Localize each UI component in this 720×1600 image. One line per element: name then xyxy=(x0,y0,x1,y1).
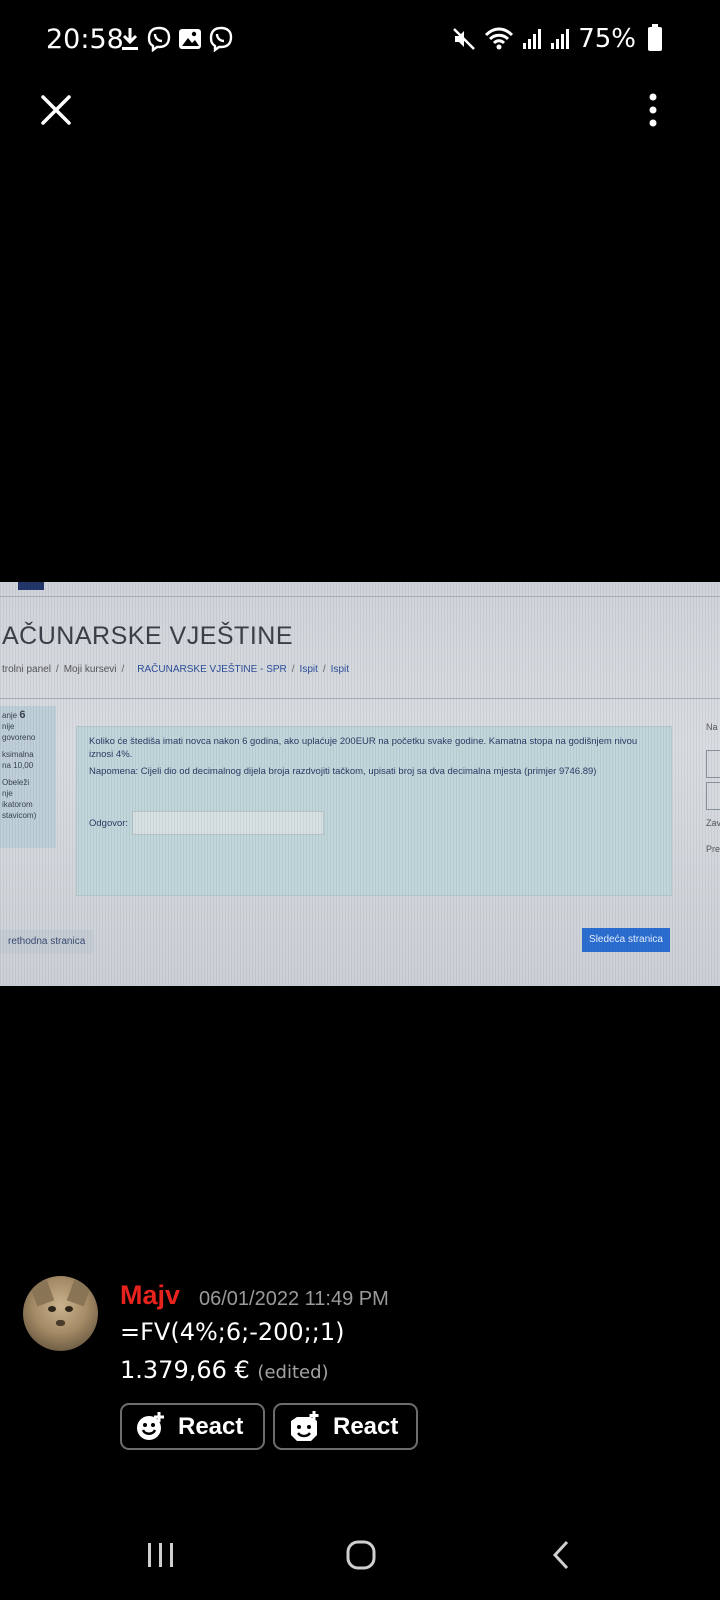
message-value: 1.379,66 € xyxy=(120,1356,250,1384)
breadcrumb-item: RAČUNARSKE VJEŠTINE - SPR xyxy=(137,664,287,675)
viber-icon xyxy=(209,26,233,52)
panel-line: ikatorom xyxy=(2,800,33,809)
panel-line: nje xyxy=(2,789,13,798)
message-text-line: 1.379,66 € (edited) xyxy=(120,1356,329,1384)
username[interactable]: Majv xyxy=(120,1280,180,1311)
answer-row: Odgovor: xyxy=(89,811,325,835)
wifi-icon xyxy=(485,27,514,50)
right-col-item: Zav xyxy=(706,818,720,828)
question-note: Napomena: Cijeli dio od decimalnog dijel… xyxy=(89,766,597,777)
back-icon[interactable] xyxy=(551,1540,571,1570)
viber-icon xyxy=(147,26,171,52)
photo-course-title: AČUNARSKE VJEŠTINE xyxy=(2,622,294,650)
panel-line: stavicom) xyxy=(2,811,37,820)
breadcrumb-item: Ispit xyxy=(299,664,318,675)
gallery-icon xyxy=(179,29,201,49)
photo-divider xyxy=(0,596,720,597)
download-icon xyxy=(122,28,138,50)
panel-line: govoreno xyxy=(2,733,36,742)
message-timestamp: 06/01/2022 11:49 PM xyxy=(199,1288,389,1310)
react-button[interactable]: React xyxy=(120,1403,265,1450)
answer-input xyxy=(132,811,325,835)
right-col-item: Na xyxy=(706,722,718,732)
breadcrumb-item: Moji kursevi xyxy=(63,664,117,675)
battery-percent: 75% xyxy=(578,24,636,54)
question-number: 6 xyxy=(19,709,26,721)
answer-label: Odgovor: xyxy=(89,817,129,829)
photo-right-column: Na xyxy=(706,722,718,732)
edited-label: (edited) xyxy=(257,1362,329,1383)
panel-line: Obeleži xyxy=(2,778,30,787)
photo-question-box: Koliko će štediša imati novca nakon 6 go… xyxy=(76,726,672,896)
status-bar: 20:58 75% xyxy=(0,0,720,80)
breadcrumb-item: trolni panel xyxy=(2,664,51,675)
close-icon[interactable] xyxy=(38,92,74,128)
message-text-line: =FV(4%;6;-200;;1) xyxy=(120,1318,345,1346)
photo-divider xyxy=(0,698,720,699)
add-reaction-icon xyxy=(137,1411,164,1440)
question-text: Koliko će štediša imati novca nakon 6 go… xyxy=(89,736,638,760)
avatar[interactable] xyxy=(23,1276,98,1351)
mute-icon xyxy=(453,28,476,50)
photo-nav-box xyxy=(706,750,720,778)
recents-icon[interactable] xyxy=(146,1542,176,1568)
panel-line: na 10,00 xyxy=(2,761,34,770)
attached-photo[interactable]: AČUNARSKE VJEŠTINE trolni panel / Moji kur… xyxy=(0,582,720,986)
react-label: React xyxy=(178,1412,244,1440)
photo-nav-box xyxy=(706,782,720,810)
signal-icon xyxy=(551,29,570,49)
previous-page-button: rethodna stranica xyxy=(0,930,94,954)
react-label: React xyxy=(333,1412,399,1440)
photo-breadcrumb: trolni panel / Moji kursevi / RAČUNARSKE VJE… xyxy=(2,664,350,675)
photo-question-info-panel: anje 6 nije govoreno ksimalna na 10,00 O… xyxy=(0,706,56,848)
notification-icons xyxy=(120,26,234,52)
right-col-item: Pre xyxy=(706,844,720,854)
question-label: anje xyxy=(2,711,18,720)
photo-header-block xyxy=(18,582,44,590)
battery-icon xyxy=(648,24,662,51)
react-button[interactable]: React xyxy=(273,1403,418,1450)
status-time: 20:58 xyxy=(46,24,124,55)
system-icons: 75% xyxy=(452,24,662,54)
panel-line: ksimalna xyxy=(2,750,34,759)
panel-line: nije xyxy=(2,722,15,731)
home-icon[interactable] xyxy=(346,1540,376,1570)
more-vertical-icon[interactable] xyxy=(645,92,661,128)
next-page-button: Sledeća stranica xyxy=(582,928,670,952)
breadcrumb-item: Ispit xyxy=(330,664,350,675)
signal-icon xyxy=(523,29,542,49)
add-sticker-reaction-icon xyxy=(291,1410,319,1441)
